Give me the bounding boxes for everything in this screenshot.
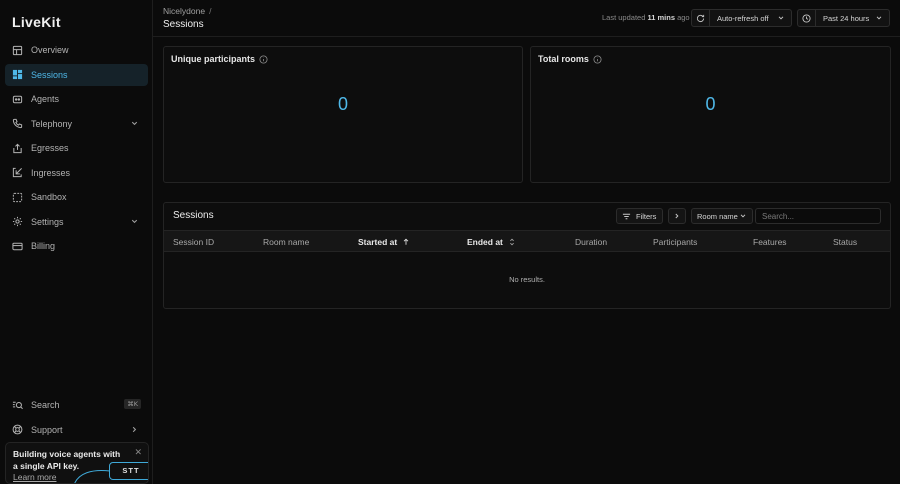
chevron-right-icon[interactable]: [130, 425, 139, 434]
sessions-table-card: Sessions Filters Room name Session ID Ro…: [163, 202, 891, 309]
chevron-down-icon[interactable]: [130, 119, 139, 128]
sidebar-item-overview[interactable]: Overview: [5, 39, 148, 61]
column-started-at[interactable]: Started at: [358, 237, 410, 247]
close-icon[interactable]: ✕: [134, 447, 142, 458]
sort-toggle-icon: [509, 238, 514, 246]
ingress-icon: [12, 167, 23, 178]
auto-refresh-dropdown[interactable]: Auto-refresh off: [691, 9, 792, 27]
sessions-search-input[interactable]: [755, 208, 881, 224]
promo-curve-decoration: [74, 470, 111, 483]
breadcrumb-separator: /: [209, 6, 212, 16]
sidebar-item-label: Support: [31, 424, 63, 435]
sidebar-item-billing[interactable]: Billing: [5, 235, 148, 257]
column-duration[interactable]: Duration: [575, 237, 607, 247]
room-name-filter-dropdown[interactable]: Room name: [691, 208, 753, 224]
card-title: Unique participants: [171, 54, 268, 64]
sessions-table-title: Sessions: [173, 210, 214, 221]
chevron-down-icon: [876, 16, 882, 20]
stt-badge: STT: [109, 462, 148, 480]
sidebar-item-label: Ingresses: [31, 167, 71, 178]
total-rooms-card: Total rooms 0: [530, 46, 891, 183]
sidebar: LiveKit Overview Sessions Agents Telepho…: [0, 0, 153, 484]
card-title: Total rooms: [538, 54, 602, 64]
column-room-name[interactable]: Room name: [263, 237, 309, 247]
refresh-icon: [692, 10, 710, 26]
page-header: Nicelydone / Sessions Last updated 11 min…: [153, 0, 900, 37]
info-icon[interactable]: [593, 54, 602, 64]
sidebar-item-agents[interactable]: Agents: [5, 88, 148, 110]
overview-icon: [12, 45, 23, 56]
sidebar-item-label: Billing: [31, 241, 56, 251]
sidebar-item-label: Overview: [31, 45, 69, 55]
sidebar-item-label: Sessions: [31, 69, 68, 80]
clock-icon: [798, 10, 816, 26]
expand-button[interactable]: [668, 208, 686, 224]
time-range-dropdown[interactable]: Past 24 hours: [797, 9, 890, 27]
search-icon: [12, 400, 23, 411]
filters-button[interactable]: Filters: [616, 208, 663, 224]
egress-icon: [12, 143, 23, 154]
sidebar-item-label: Sandbox: [31, 192, 67, 202]
column-status[interactable]: Status: [833, 237, 857, 247]
chevron-down-icon: [740, 214, 746, 218]
total-rooms-value: 0: [705, 94, 716, 114]
sidebar-item-settings[interactable]: Settings: [5, 211, 148, 233]
sidebar-item-telephony[interactable]: Telephony: [5, 113, 148, 135]
sessions-icon: [12, 69, 23, 80]
chevron-down-icon[interactable]: [130, 217, 139, 226]
column-participants[interactable]: Participants: [653, 237, 697, 247]
sidebar-item-search[interactable]: Search ⌘K: [5, 394, 148, 416]
info-icon[interactable]: [259, 54, 268, 64]
unique-participants-value: 0: [337, 94, 348, 114]
breadcrumb: Nicelydone /: [163, 6, 211, 16]
sidebar-item-label: Search: [31, 400, 60, 410]
empty-state-text: No results.: [509, 275, 545, 284]
support-icon: [12, 424, 23, 435]
agents-icon: [12, 94, 23, 105]
table-header: Session ID Room name Started at Ended at…: [164, 230, 890, 252]
gear-icon: [12, 216, 23, 227]
breadcrumb-project[interactable]: Nicelydone: [163, 6, 205, 16]
promo-banner: Building voice agents with a single API …: [5, 442, 149, 484]
sidebar-item-label: Settings: [31, 216, 64, 227]
column-session-id[interactable]: Session ID: [173, 237, 214, 247]
sidebar-item-label: Agents: [31, 94, 60, 104]
column-ended-at[interactable]: Ended at: [467, 237, 516, 247]
phone-icon: [12, 118, 23, 129]
sidebar-nav: Overview Sessions Agents Telephony Egres…: [5, 39, 148, 260]
search-shortcut-badge: ⌘K: [124, 399, 141, 409]
promo-learn-more-link[interactable]: Learn more: [13, 472, 56, 482]
sidebar-item-sessions[interactable]: Sessions: [5, 63, 148, 86]
livekit-logo[interactable]: LiveKit: [12, 14, 61, 30]
billing-icon: [12, 241, 23, 252]
page-title: Sessions: [163, 19, 204, 30]
sort-ascending-icon: [403, 238, 409, 245]
sidebar-item-label: Egresses: [31, 143, 69, 153]
sidebar-item-label: Telephony: [31, 118, 73, 129]
filter-icon: [622, 213, 631, 219]
sandbox-icon: [12, 192, 23, 203]
auto-refresh-label: Auto-refresh off: [717, 13, 769, 23]
last-updated-text: Last updated 11 mins ago: [602, 13, 690, 22]
sidebar-item-ingresses[interactable]: Ingresses: [5, 162, 148, 184]
time-range-label: Past 24 hours: [823, 13, 870, 23]
unique-participants-card: Unique participants 0: [163, 46, 523, 183]
sidebar-item-egresses[interactable]: Egresses: [5, 137, 148, 159]
sidebar-item-sandbox[interactable]: Sandbox: [5, 186, 148, 208]
chevron-down-icon: [778, 16, 784, 20]
sidebar-bottom: Search ⌘K Support: [5, 394, 148, 443]
column-features[interactable]: Features: [753, 237, 787, 247]
sidebar-item-support[interactable]: Support: [5, 419, 148, 441]
chevron-right-icon: [675, 213, 679, 219]
